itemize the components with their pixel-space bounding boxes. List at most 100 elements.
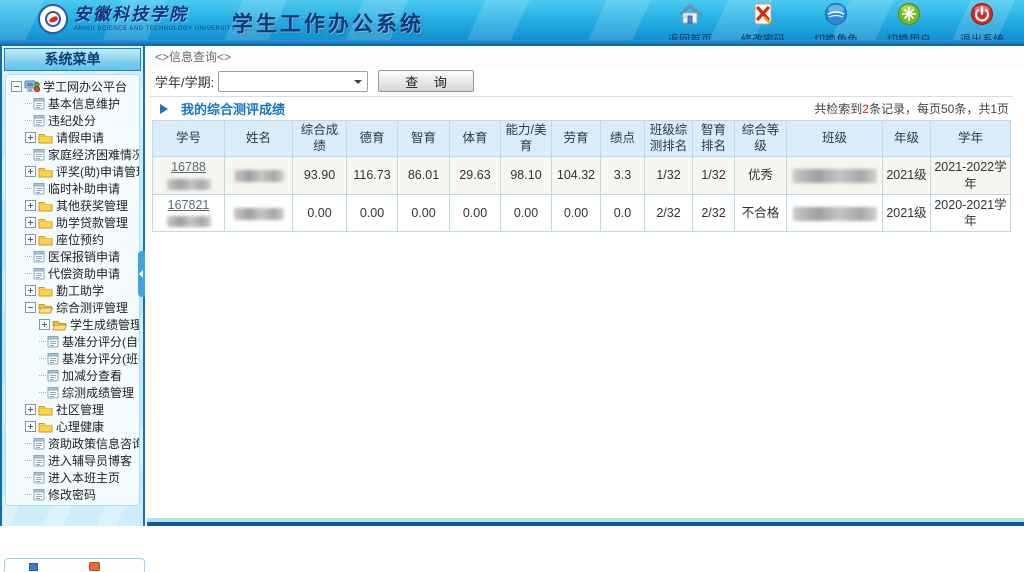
expand-plus-icon[interactable]: [25, 421, 36, 432]
folder-icon: [38, 200, 53, 212]
tree-item-label: 修改密码: [48, 486, 96, 503]
semester-select[interactable]: [218, 71, 368, 92]
score-cell: 0.00: [501, 194, 552, 232]
score-cell: 93.90: [293, 157, 347, 195]
action-password[interactable]: 修改密码: [735, 2, 791, 40]
sidebar-bottom-panel[interactable]: [4, 558, 145, 572]
tree-item[interactable]: 基准分评分(自评): [8, 333, 139, 350]
doc-icon: [33, 148, 45, 161]
tree-item[interactable]: 修改密码: [8, 486, 139, 503]
tree-item[interactable]: 基本信息维护: [8, 95, 139, 112]
tree-connector: [25, 120, 32, 121]
tree-item[interactable]: 其他获奖管理: [8, 197, 139, 214]
table-body: 1678893.90116.7386.0129.6398.10104.323.3…: [153, 157, 1011, 232]
action-user[interactable]: 切换用户: [881, 2, 937, 40]
score-cell: 0.00: [293, 194, 347, 232]
table-header-row: 学号姓名综合成绩德育智育体育能力/美育劳育绩点班级综测排名智育排名综合等级班级年…: [153, 121, 1011, 157]
redacted-text: [167, 216, 211, 227]
tree-connector: [25, 188, 32, 189]
action-home[interactable]: 返回首页: [662, 2, 718, 40]
header-actions: 返回首页修改密码切换角色 切换用户退出系统: [662, 2, 1010, 40]
university-logo-icon: [38, 4, 68, 34]
column-header: 综合成绩: [293, 121, 347, 157]
tree-item[interactable]: 助学贷款管理: [8, 214, 139, 231]
score-cell: 2/32: [693, 194, 735, 232]
brand: 安徽科技学院 ANHUI SCIENCE AND TECHNOLOGY UNIV…: [38, 4, 236, 34]
score-cell: 2021级: [883, 194, 931, 232]
tree-item[interactable]: 请假申请: [8, 129, 139, 146]
tree-connector: [39, 358, 46, 359]
doc-icon: [47, 386, 59, 399]
footer: [147, 518, 1024, 526]
tree-item[interactable]: 加减分查看: [8, 367, 139, 384]
tree-connector: [25, 460, 32, 461]
score-cell: 3.3: [601, 157, 645, 195]
expand-plus-icon[interactable]: [39, 319, 50, 330]
collapse-minus-icon[interactable]: [25, 302, 36, 313]
tree-item-label: 其他获奖管理: [56, 197, 128, 214]
tree-item[interactable]: 基准分评分(班委): [8, 350, 139, 367]
university-name: 安徽科技学院: [74, 7, 236, 24]
tree-item[interactable]: 评奖(助)申请管理: [8, 163, 139, 180]
score-cell: 优秀: [735, 157, 787, 195]
expand-plus-icon[interactable]: [25, 132, 36, 143]
tree-item[interactable]: 资助政策信息咨询: [8, 435, 139, 452]
tree-item-label: 助学贷款管理: [56, 214, 128, 231]
expand-plus-icon[interactable]: [25, 234, 36, 245]
collapse-minus-icon[interactable]: [11, 81, 22, 92]
action-role[interactable]: 切换角色: [808, 2, 864, 40]
column-header: 能力/美育: [501, 121, 552, 157]
doc-icon: [33, 488, 45, 501]
score-table: 学号姓名综合成绩德育智育体育能力/美育劳育绩点班级综测排名智育排名综合等级班级年…: [152, 120, 1011, 232]
folder-icon: [38, 217, 53, 229]
folder-icon: [38, 421, 53, 433]
tree-item[interactable]: 学生成绩管理: [8, 316, 139, 333]
score-cell: 2/32: [645, 194, 693, 232]
tree-item-label: 心理健康: [56, 418, 104, 435]
tree-item[interactable]: 社区管理: [8, 401, 139, 418]
tree-item[interactable]: 进入辅导员博客: [8, 452, 139, 469]
tree-item-label: 学工网办公平台: [43, 78, 127, 95]
column-header: 学年: [931, 121, 1011, 157]
score-cell: 0.00: [552, 194, 601, 232]
student-id-link[interactable]: 16788: [166, 160, 211, 190]
sidebar-collapse-handle[interactable]: [138, 251, 145, 297]
column-header: 学号: [153, 121, 225, 157]
student-id-link[interactable]: 167821: [166, 198, 211, 228]
action-label: 切换角色: [808, 31, 864, 40]
main-content: <>信息查询<> 学年/学期: 查 询 我的综合测评成绩 共检索到2条记录，每页…: [147, 46, 1024, 526]
query-button[interactable]: 查 询: [378, 70, 474, 92]
tree-item-label: 综测成绩管理: [62, 384, 134, 401]
tree-item[interactable]: 座位预约: [8, 231, 139, 248]
score-cell: 2020-2021学年: [931, 194, 1011, 232]
tree-item[interactable]: 心理健康: [8, 418, 139, 435]
menu-tree: 学工网办公平台基本信息维护违纪处分请假申请家庭经济困难情况查看评奖(助)申请管理…: [5, 74, 140, 506]
expand-plus-icon[interactable]: [25, 285, 36, 296]
tree-item[interactable]: 违纪处分: [8, 112, 139, 129]
doc-icon: [47, 335, 59, 348]
tree-connector: [25, 443, 32, 444]
tree-item[interactable]: 代偿资助申请: [8, 265, 139, 282]
folder-open-icon: [52, 319, 67, 331]
tree-item[interactable]: 进入本班主页: [8, 469, 139, 486]
redacted-text: [793, 169, 877, 183]
expand-plus-icon[interactable]: [25, 200, 36, 211]
score-cell: 2021-2022学年: [931, 157, 1011, 195]
tree-item[interactable]: 综测成绩管理: [8, 384, 139, 401]
doc-icon: [33, 454, 45, 467]
system-title: 学生工作办公系统: [232, 8, 424, 38]
tree-item-label: 勤工助学: [56, 282, 104, 299]
folder-icon: [38, 234, 53, 246]
tree-item[interactable]: 临时补助申请: [8, 180, 139, 197]
tree-item-label: 座位预约: [56, 231, 104, 248]
score-cell: 2021级: [883, 157, 931, 195]
tree-item[interactable]: 勤工助学: [8, 282, 139, 299]
expand-plus-icon[interactable]: [25, 166, 36, 177]
tree-item[interactable]: 医保报销申请: [8, 248, 139, 265]
expand-plus-icon[interactable]: [25, 404, 36, 415]
tree-item[interactable]: 综合测评管理: [8, 299, 139, 316]
tree-item[interactable]: 家庭经济困难情况查看: [8, 146, 139, 163]
action-logout[interactable]: 退出系统: [954, 2, 1010, 40]
tree-item[interactable]: 学工网办公平台: [8, 78, 139, 95]
expand-plus-icon[interactable]: [25, 217, 36, 228]
